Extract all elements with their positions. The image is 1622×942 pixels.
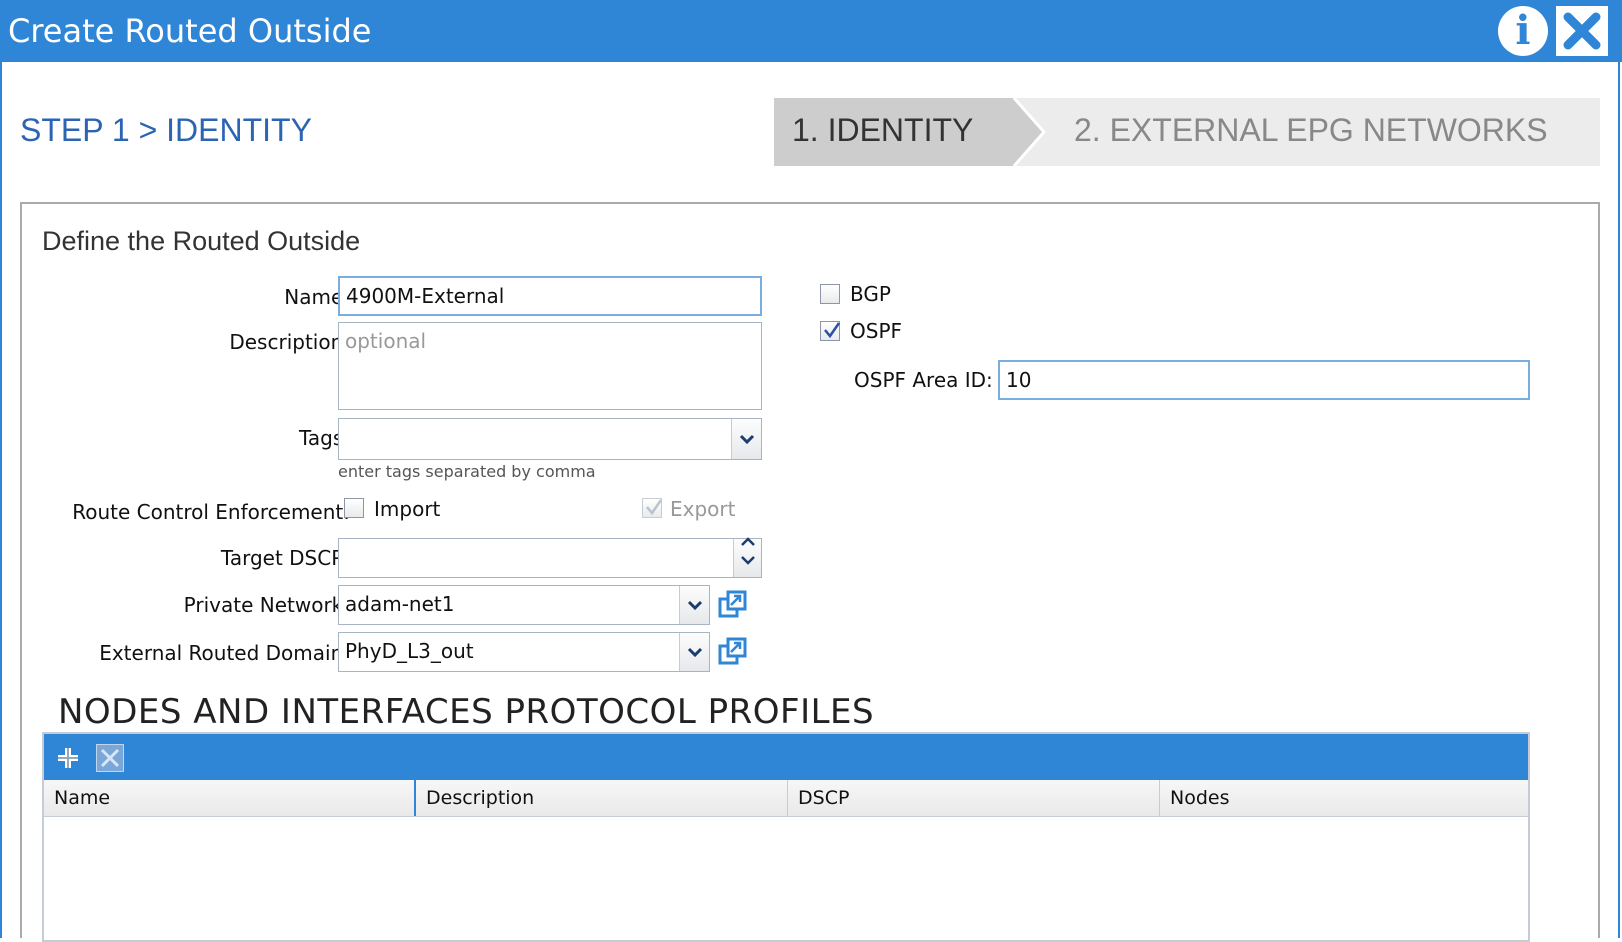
tags-hint: enter tags separated by comma	[338, 462, 596, 481]
column-header-dscp[interactable]: DSCP	[788, 780, 1160, 816]
private-network-value: adam-net1	[345, 592, 455, 616]
description-placeholder: optional	[345, 329, 427, 353]
column-header-name[interactable]: Name	[44, 780, 416, 816]
chevron-down-icon[interactable]	[740, 554, 756, 566]
private-network-label: Private Network:	[183, 593, 350, 617]
chevron-down-icon	[687, 600, 703, 611]
dialog-titlebar: Create Routed Outside i	[0, 0, 1622, 62]
import-checkbox[interactable]	[344, 498, 364, 518]
delete-icon	[100, 748, 120, 768]
info-icon-glyph: i	[1515, 7, 1531, 54]
description-label: Description:	[229, 330, 350, 354]
wizard-steps: 1. IDENTITY 2. EXTERNAL EPG NETWORKS	[774, 98, 1600, 166]
route-control-enforcement-label: Route Control Enforcement:	[72, 500, 350, 524]
external-routed-domain-label: External Routed Domain:	[99, 641, 350, 665]
add-icon[interactable]	[54, 744, 82, 772]
checkmark-icon	[646, 499, 663, 516]
external-routed-domain-value: PhyD_L3_out	[345, 639, 474, 663]
target-dscp-label: Target DSCP:	[220, 546, 350, 570]
description-textarea[interactable]: optional	[338, 322, 762, 410]
import-label: Import	[374, 497, 441, 521]
name-input[interactable]: 4900M-External	[338, 276, 762, 316]
tags-input[interactable]	[338, 418, 762, 460]
delete-button[interactable]	[96, 744, 124, 772]
profiles-table-toolbar	[44, 734, 1528, 780]
panel-heading: Define the Routed Outside	[42, 226, 361, 256]
profiles-table-header: Name Description DSCP Nodes	[44, 780, 1528, 817]
target-dscp-stepper[interactable]	[733, 536, 761, 577]
tags-dropdown-button[interactable]	[731, 419, 761, 459]
dialog-title: Create Routed Outside	[8, 12, 372, 50]
ospf-area-id-value: 10	[1006, 368, 1032, 392]
define-routed-outside-panel: Define the Routed Outside Name: 4900M-Ex…	[20, 202, 1600, 942]
step-title: STEP 1 > IDENTITY	[20, 112, 312, 148]
close-button[interactable]	[1556, 6, 1608, 56]
ospf-label: OSPF	[850, 319, 903, 343]
profiles-section-heading: NODES AND INTERFACES PROTOCOL PROFILES	[58, 692, 875, 732]
external-routed-domain-dropdown-button[interactable]	[679, 633, 709, 671]
chevron-down-icon	[687, 647, 703, 658]
wizard-step-external-epg-networks[interactable]: 2. EXTERNAL EPG NETWORKS	[1074, 112, 1548, 149]
chevron-down-icon	[739, 434, 755, 445]
target-dscp-spinner[interactable]	[338, 536, 762, 578]
column-header-description[interactable]: Description	[416, 780, 788, 816]
chevron-up-icon[interactable]	[740, 536, 756, 548]
profiles-table: Name Description DSCP Nodes	[42, 732, 1530, 942]
ospf-area-id-label: OSPF Area ID:	[854, 368, 993, 392]
name-input-value: 4900M-External	[346, 284, 505, 308]
info-icon[interactable]: i	[1498, 6, 1548, 56]
bgp-checkbox[interactable]	[820, 284, 840, 304]
checkmark-icon	[824, 322, 841, 339]
ospf-area-id-input[interactable]: 10	[998, 360, 1530, 400]
private-network-dropdown-button[interactable]	[679, 586, 709, 624]
wizard-step-identity-label: 1. IDENTITY	[792, 112, 974, 148]
bgp-label: BGP	[850, 282, 891, 306]
export-label: Export	[670, 497, 736, 521]
export-checkbox[interactable]	[642, 498, 663, 518]
private-network-select[interactable]: adam-net1	[338, 585, 710, 625]
column-header-nodes[interactable]: Nodes	[1160, 780, 1528, 816]
external-routed-domain-select[interactable]: PhyD_L3_out	[338, 632, 710, 672]
open-external-icon[interactable]	[718, 590, 748, 620]
open-external-icon[interactable]	[718, 637, 748, 667]
ospf-checkbox[interactable]	[820, 321, 841, 341]
close-icon	[1563, 12, 1601, 50]
